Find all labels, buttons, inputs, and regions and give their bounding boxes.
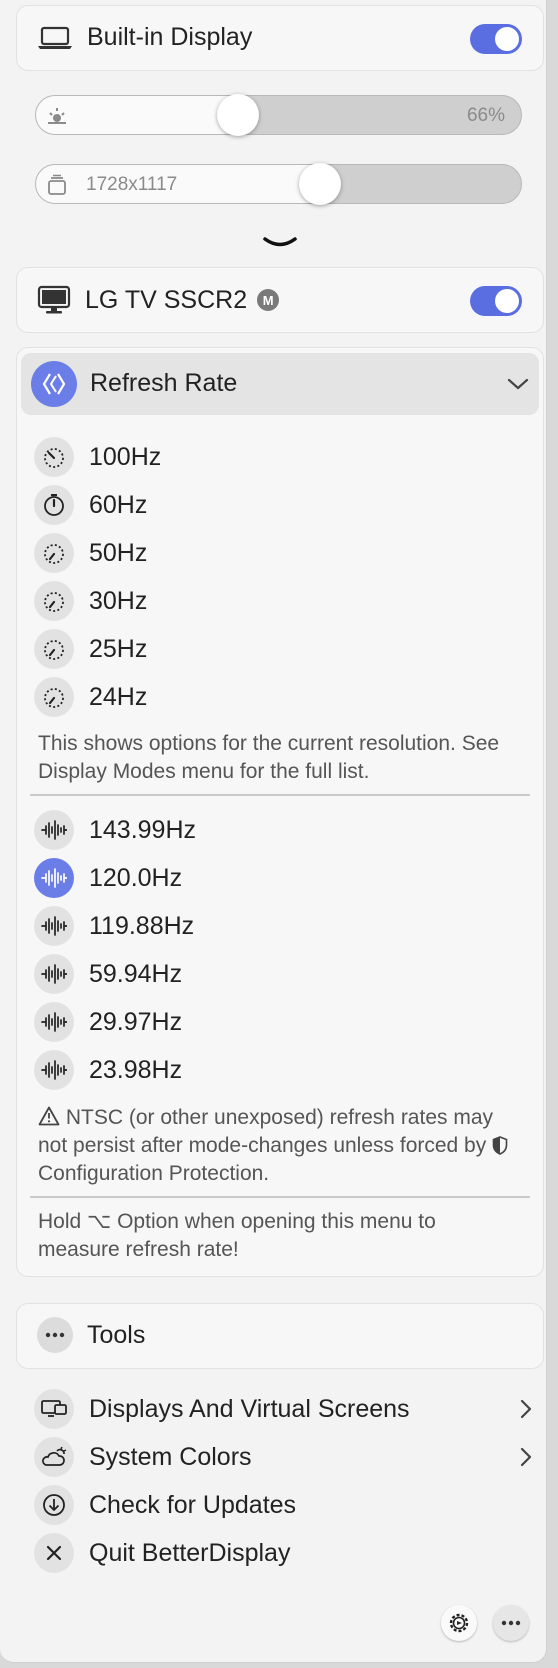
- waveform-icon: [34, 1002, 74, 1042]
- refresh-rate-label: 30Hz: [89, 586, 148, 615]
- refresh-rate-header[interactable]: Refresh Rate: [21, 353, 539, 415]
- refresh-rate-label: 143.99Hz: [89, 815, 197, 844]
- menu-item-label: Displays And Virtual Screens: [89, 1394, 410, 1423]
- divider: [30, 794, 530, 796]
- refresh-rate-label: 24Hz: [89, 682, 148, 711]
- warning-icon: [38, 1106, 60, 1126]
- menu-item-quit[interactable]: Quit BetterDisplay: [34, 1533, 290, 1573]
- waveform-icon: [34, 810, 74, 850]
- waveform-icon: [34, 858, 74, 898]
- external-display-card: LG TV SSCR2 M: [16, 267, 544, 333]
- refresh-rate-item[interactable]: 23.98Hz: [34, 1050, 182, 1090]
- refresh-rate-icon: [31, 361, 77, 407]
- refresh-rate-label: 60Hz: [89, 490, 148, 519]
- brightness-icon: [48, 108, 66, 124]
- waveform-icon: [34, 906, 74, 946]
- current-resolution-note: This shows options for the current resol…: [38, 732, 500, 783]
- builtin-display-card: Built-in Display: [16, 5, 544, 71]
- ellipsis-icon: [501, 1620, 521, 1626]
- refresh-rate-label: 59.94Hz: [89, 959, 183, 988]
- close-icon: [34, 1533, 74, 1573]
- refresh-rate-label: 29.97Hz: [89, 1007, 183, 1036]
- collapse-chevron-icon[interactable]: [263, 236, 297, 250]
- resolution-label: 1728x1117: [86, 174, 178, 195]
- brightness-value: 66%: [466, 105, 505, 126]
- refresh-rate-label: 50Hz: [89, 538, 148, 567]
- chevron-down-icon: [507, 378, 529, 390]
- refresh-rate-item-selected[interactable]: 120.0Hz: [34, 858, 182, 898]
- menu-item-label: Check for Updates: [89, 1490, 297, 1519]
- shield-icon: [492, 1136, 508, 1155]
- gauge-icon: [34, 629, 74, 669]
- refresh-rate-item[interactable]: 119.88Hz: [34, 906, 194, 946]
- refresh-rate-item[interactable]: 30Hz: [34, 581, 147, 621]
- waveform-icon: [34, 1050, 74, 1090]
- tools-card[interactable]: Tools: [16, 1303, 544, 1369]
- ellipsis-icon: [37, 1317, 73, 1353]
- hold-option-note: Hold ⌥ Option when opening this menu to …: [38, 1210, 436, 1261]
- tools-title: Tools: [87, 1320, 146, 1349]
- stopwatch-icon: [34, 485, 74, 525]
- refresh-rate-item[interactable]: 143.99Hz: [34, 810, 196, 850]
- gauge-icon: [34, 437, 74, 477]
- ntsc-warning-note: NTSC (or other unexposed) refresh rates …: [38, 1104, 518, 1188]
- external-display-toggle[interactable]: [470, 286, 522, 316]
- builtin-display-toggle[interactable]: [470, 24, 522, 54]
- refresh-rate-item[interactable]: 100Hz: [34, 437, 161, 477]
- laptop-icon: [38, 26, 72, 49]
- ntsc-note-text: NTSC (or other unexposed) refresh rates …: [38, 1106, 494, 1157]
- gauge-icon: [34, 581, 74, 621]
- gauge-icon: [34, 677, 74, 717]
- menu-item-displays-virtual-screens[interactable]: Displays And Virtual Screens: [34, 1389, 534, 1429]
- ntsc-note-link-text: Configuration Protection.: [38, 1162, 270, 1185]
- main-display-badge: M: [257, 289, 280, 311]
- refresh-rate-label: 119.88Hz: [89, 911, 195, 940]
- resolution-slider[interactable]: 1728x1117: [35, 163, 522, 205]
- refresh-rate-item[interactable]: 25Hz: [34, 629, 147, 669]
- refresh-rate-item[interactable]: 29.97Hz: [34, 1002, 182, 1042]
- brightness-slider-thumb[interactable]: [217, 94, 259, 136]
- refresh-rate-label: 23.98Hz: [89, 1055, 183, 1084]
- builtin-display-title: Built-in Display: [87, 23, 253, 51]
- external-display-title: LG TV SSCR2: [85, 285, 248, 314]
- resolution-slider-thumb[interactable]: [299, 163, 341, 205]
- weather-icon: [34, 1437, 74, 1477]
- refresh-rate-item[interactable]: 50Hz: [34, 533, 147, 573]
- betterdisplay-menu: Built-in Display 66% 1728x1117 LG TV SSC…: [0, 0, 547, 1663]
- menu-item-label: System Colors: [89, 1442, 252, 1471]
- displays-icon: [34, 1389, 74, 1429]
- download-icon: [34, 1485, 74, 1525]
- more-options-button[interactable]: [493, 1605, 529, 1641]
- refresh-rate-title: Refresh Rate: [90, 369, 238, 397]
- refresh-rate-label: 100Hz: [89, 442, 162, 471]
- divider: [30, 1196, 530, 1198]
- chevron-right-icon: [520, 1399, 532, 1419]
- gear-icon: [449, 1613, 469, 1633]
- refresh-rate-item[interactable]: 59.94Hz: [34, 954, 182, 994]
- menu-item-label: Quit BetterDisplay: [89, 1538, 291, 1567]
- option-key-icon: ⌥: [87, 1210, 112, 1233]
- refresh-rate-label: 25Hz: [89, 634, 148, 663]
- refresh-rate-item[interactable]: 60Hz: [34, 485, 147, 525]
- refresh-rate-label: 120.0Hz: [89, 863, 183, 892]
- menu-item-system-colors[interactable]: System Colors: [34, 1437, 534, 1477]
- refresh-rate-item[interactable]: 24Hz: [34, 677, 147, 717]
- brightness-slider[interactable]: 66%: [35, 94, 522, 136]
- gauge-icon: [34, 533, 74, 573]
- resolution-icon: [48, 174, 66, 195]
- waveform-icon: [34, 954, 74, 994]
- menu-item-check-updates[interactable]: Check for Updates: [34, 1485, 296, 1525]
- chevron-right-icon: [520, 1447, 532, 1467]
- settings-gear-button[interactable]: [441, 1605, 477, 1641]
- monitor-icon: [37, 285, 71, 314]
